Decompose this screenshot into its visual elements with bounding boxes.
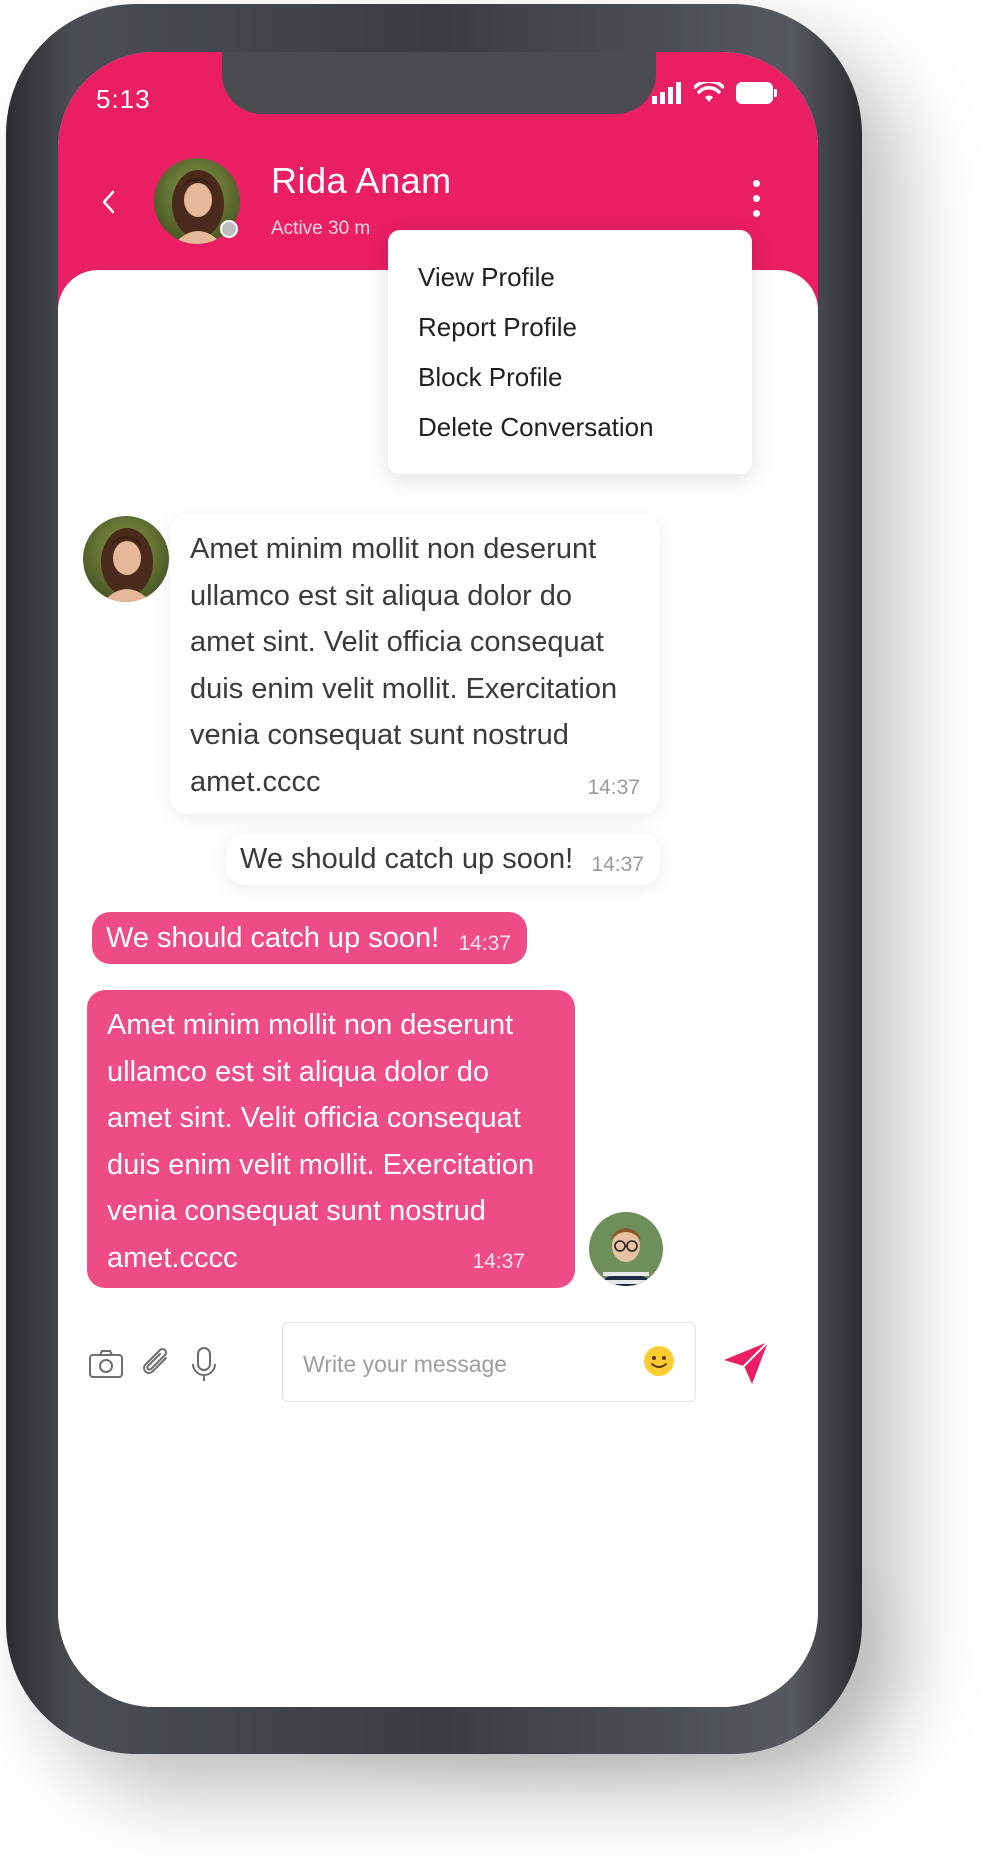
active-status: Active 30 m (271, 218, 371, 239)
microphone-icon[interactable] (184, 1344, 224, 1384)
phone-screen: 5:13 Rida Anam Active 30 m Amet minim mo… (58, 52, 818, 1707)
menu-item-report-profile[interactable]: Report Profile (418, 302, 752, 352)
message-text: Amet minim mollit non deserunt ullamco e… (107, 1009, 535, 1274)
message-text: Amet minim mollit non deserunt ullamco e… (190, 533, 618, 798)
chat-body: Amet minim mollit non deserunt ullamco e… (58, 230, 818, 1707)
message-input[interactable] (301, 1343, 625, 1385)
status-time: 5:13 (96, 84, 151, 114)
contact-avatar[interactable] (154, 158, 240, 244)
message-text: We should catch up soon! (106, 922, 440, 954)
outgoing-message-bubble[interactable]: We should catch up soon! 14:37 (92, 912, 527, 964)
message-text: We should catch up soon! (240, 843, 574, 875)
message-timestamp: 14:37 (458, 932, 511, 955)
message-timestamp: 14:37 (472, 1250, 525, 1273)
send-icon[interactable] (718, 1334, 774, 1390)
more-options-icon[interactable] (748, 180, 764, 230)
options-menu: View Profile Report Profile Block Profil… (388, 230, 752, 474)
camera-icon[interactable] (86, 1344, 126, 1384)
message-timestamp: 14:37 (591, 853, 644, 876)
battery-icon (736, 82, 777, 104)
wifi-icon (694, 82, 724, 102)
message-composer (58, 1322, 818, 1412)
notch (222, 52, 656, 114)
paperclip-icon[interactable] (136, 1344, 176, 1384)
male-avatar-image (589, 1212, 663, 1286)
female-avatar-image (83, 516, 169, 602)
message-timestamp: 14:37 (587, 776, 640, 799)
menu-item-view-profile[interactable]: View Profile (418, 252, 752, 302)
signal-icon (652, 82, 681, 104)
message-input-wrapper (282, 1322, 696, 1402)
user-message-avatar (589, 1212, 663, 1286)
incoming-message-bubble[interactable]: Amet minim mollit non deserunt ullamco e… (170, 514, 660, 814)
emoji-icon[interactable] (641, 1343, 677, 1379)
incoming-message-bubble[interactable]: We should catch up soon! 14:37 (226, 833, 660, 885)
phone-frame: 5:13 Rida Anam Active 30 m Amet minim mo… (6, 4, 862, 1754)
back-chevron-icon[interactable] (94, 182, 124, 222)
outgoing-message-bubble[interactable]: Amet minim mollit non deserunt ullamco e… (87, 990, 575, 1288)
status-icons (652, 82, 778, 104)
menu-item-block-profile[interactable]: Block Profile (418, 352, 752, 402)
contact-name: Rida Anam (271, 160, 452, 201)
online-status-dot (220, 220, 238, 238)
menu-item-delete-conversation[interactable]: Delete Conversation (418, 402, 752, 452)
contact-message-avatar (83, 516, 169, 602)
